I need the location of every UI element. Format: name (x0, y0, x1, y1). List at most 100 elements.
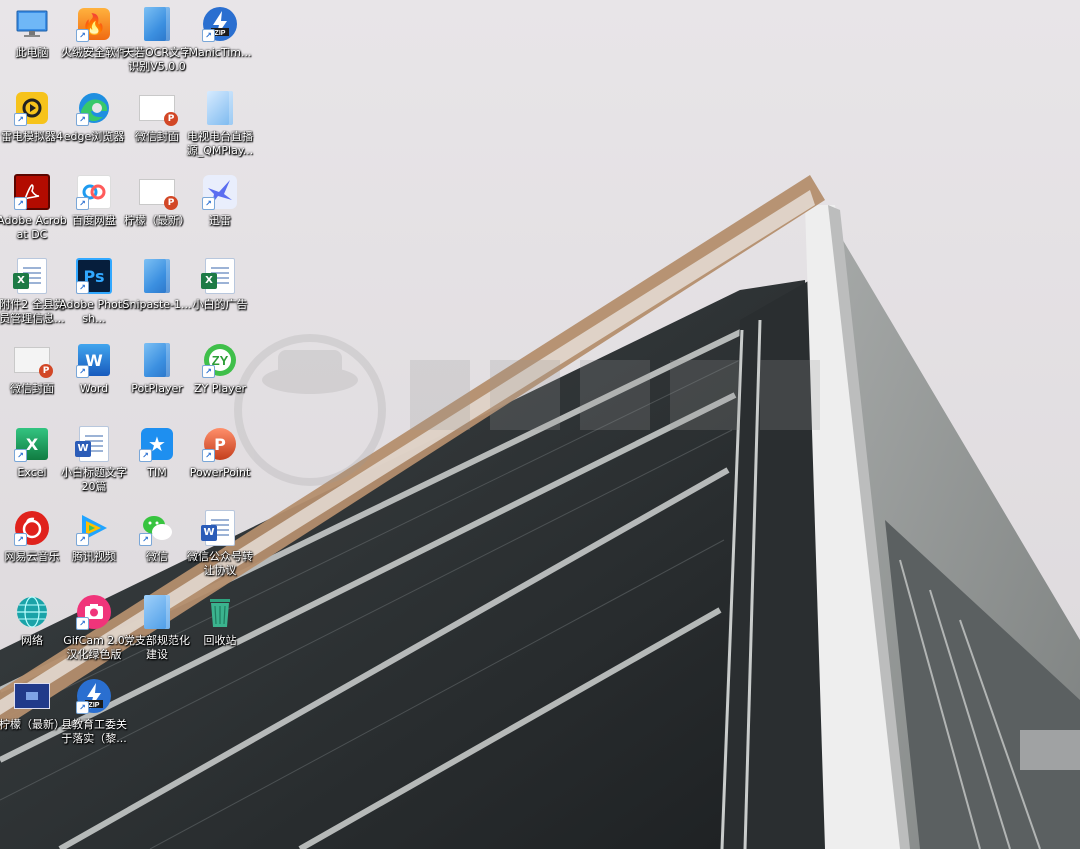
desktop-icon-zip-3[interactable]: ZIP ↗ ManicTim... (188, 0, 252, 84)
desktop-icon-thumb-16[interactable]: 微信封面 (0, 336, 64, 420)
shortcut-arrow-icon: ↗ (202, 197, 215, 210)
thumb-blue-icon (14, 678, 50, 714)
zip-icon: ZIP ↗ (202, 6, 238, 42)
desktop-icon-label: Snipaste-1... (122, 298, 192, 311)
desktop-icon-baidu-netdisk-9[interactable]: ↗ 百度网盘 (62, 168, 126, 252)
desktop-icon-recycle-bin-31[interactable]: 回收站 (188, 588, 252, 672)
svg-text:ZIP: ZIP (89, 702, 100, 709)
folder-icon (139, 342, 175, 378)
folder-icon (139, 6, 175, 42)
powerpoint-icon: P ↗ (202, 426, 238, 462)
shortcut-arrow-icon: ↗ (139, 449, 152, 462)
shortcut-arrow-icon: ↗ (202, 29, 215, 42)
word-icon: W ↗ (76, 342, 112, 378)
desktop-icon-label: 小白的广告 (192, 298, 248, 311)
thumb-icon (14, 342, 53, 378)
desktop-icon-acrobat-8[interactable]: ↗ Adobe Acrobat DC (0, 168, 67, 252)
desktop-icon-label: Word (79, 382, 109, 395)
desktop-icon-label: PotPlayer (131, 382, 183, 395)
baidu-netdisk-icon: ↗ (76, 174, 112, 210)
shortcut-arrow-icon: ↗ (76, 365, 89, 378)
desktop-icon-label: edge浏览器 (63, 130, 125, 143)
desktop-icon-netease-music-24[interactable]: ↗ 网易云音乐 (0, 504, 64, 588)
desktop-icon-label: 网络 (21, 634, 43, 647)
zyplayer-icon: ZY ↗ (202, 342, 238, 378)
desktop-icon-label: 微信公众号转让协议 (187, 550, 253, 577)
desktop-icon-network-globe-28[interactable]: 网络 (0, 588, 64, 672)
desktop-icon-label: 网易云音乐 (4, 550, 60, 563)
desktop-icon-excel-20[interactable]: X ↗ Excel (0, 420, 64, 504)
desktop-icon-label: 微信 (146, 550, 168, 563)
desktop-icon-label: 此电脑 (15, 46, 49, 59)
shortcut-arrow-icon: ↗ (76, 617, 89, 630)
shortcut-arrow-icon: ↗ (202, 449, 215, 462)
desktop-icon-huorong-flame-1[interactable]: 🔥 ↗ 火绒安全软件 (61, 0, 127, 84)
acrobat-icon: ↗ (14, 174, 50, 210)
desktop-icon-label: 小白标题文字20篇 (61, 466, 127, 493)
desktop-icon-excel-doc-12[interactable]: X 附件2 全县党员管理信息... (0, 252, 65, 336)
desktop-icon-ldplayer-4[interactable]: ↗ 雷电模拟器4 (0, 84, 64, 168)
desktop-icon-label: 百度网盘 (72, 214, 116, 227)
desktop-icon-tim-star-22[interactable]: ★ ↗ TIM (125, 420, 189, 504)
desktop-icon-label: 微信封面 (10, 382, 54, 395)
desktop-icon-ppt-thumb-10[interactable]: 柠檬（最新） (124, 168, 190, 252)
desktop-icon-word-doc-27[interactable]: W 微信公众号转让协议 (187, 504, 253, 588)
desktop-icon-label: 微信封面 (135, 130, 179, 143)
desktop-icon-label: 柠檬（最新） (0, 718, 65, 731)
network-globe-icon (14, 594, 50, 630)
tencent-video-icon: ↗ (76, 510, 112, 546)
desktop-icon-label: 党支部规范化建设 (124, 634, 190, 661)
desktop-icon-tencent-video-25[interactable]: ↗ 腾讯视频 (62, 504, 126, 588)
shortcut-arrow-icon: ↗ (14, 197, 27, 210)
folder-doc-icon (202, 90, 238, 126)
desktop-icon-word-doc-21[interactable]: W 小白标题文字20篇 (61, 420, 127, 504)
shortcut-arrow-icon: ↗ (76, 113, 89, 126)
ppt-thumb-icon (139, 90, 178, 126)
desktop-icon-monitor-0[interactable]: 此电脑 (0, 0, 64, 84)
wechat-icon: ↗ (139, 510, 175, 546)
desktop-icon-folder-14[interactable]: Snipaste-1... (122, 252, 192, 336)
shortcut-arrow-icon: ↗ (76, 533, 89, 546)
desktop-icon-folder-doc-7[interactable]: 电视电台直播源_QMPlay... (187, 84, 253, 168)
desktop-icon-folder-zip-30[interactable]: 党支部规范化建设 (124, 588, 190, 672)
desktop-icon-label: 腾讯视频 (72, 550, 116, 563)
desktop-icon-label: Adobe Photosh... (59, 298, 129, 325)
desktop-icon-thumb-blue-32[interactable]: 柠檬（最新） (0, 672, 65, 756)
desktop-icon-word-17[interactable]: W ↗ Word (62, 336, 126, 420)
recycle-bin-icon (202, 594, 238, 630)
shortcut-arrow-icon: ↗ (14, 113, 27, 126)
desktop-icon-xunlei-bird-11[interactable]: ↗ 迅雷 (188, 168, 252, 252)
ldplayer-icon: ↗ (14, 90, 50, 126)
edge-icon: ↗ (76, 90, 112, 126)
word-doc-icon: W (201, 510, 238, 546)
desktop-icon-gifcam-29[interactable]: ↗ GifCam 2.0 汉化绿色版 (62, 588, 126, 672)
excel-doc-icon: X (13, 258, 50, 294)
photoshop-icon: Ps ↗ (76, 258, 112, 294)
desktop-icon-zip-33[interactable]: ZIP ↗ 县教育工委关于落实（黎... (61, 672, 127, 756)
desktop-icon-powerpoint-23[interactable]: P ↗ PowerPoint (188, 420, 252, 504)
folder-zip-icon (139, 594, 175, 630)
desktop-icon-label: PowerPoint (189, 466, 251, 479)
desktop-icon-label: 火绒安全软件 (61, 46, 127, 59)
shortcut-arrow-icon: ↗ (139, 533, 152, 546)
desktop-icon-folder-2[interactable]: 天若OCR文字识别V5.0.0 (123, 0, 191, 84)
desktop-icon-wechat-26[interactable]: ↗ 微信 (125, 504, 189, 588)
desktop-icon-label: 县教育工委关于落实（黎... (61, 718, 127, 745)
desktop-icon-folder-18[interactable]: PotPlayer (125, 336, 189, 420)
desktop-icon-label: Excel (17, 466, 47, 479)
desktop-icon-zyplayer-19[interactable]: ZY ↗ ZY Player (188, 336, 252, 420)
desktop-icon-ppt-thumb-6[interactable]: 微信封面 (125, 84, 189, 168)
svg-text:ZIP: ZIP (215, 30, 226, 37)
folder-icon (139, 258, 175, 294)
excel-icon: X ↗ (14, 426, 50, 462)
desktop-icon-edge-5[interactable]: ↗ edge浏览器 (62, 84, 126, 168)
zip-icon: ZIP ↗ (76, 678, 112, 714)
desktop-icon-excel-doc-15[interactable]: X 小白的广告 (188, 252, 252, 336)
desktop-icon-label: 柠檬（最新） (124, 214, 190, 227)
desktop-icon-photoshop-13[interactable]: Ps ↗ Adobe Photosh... (59, 252, 129, 336)
ppt-thumb-icon (139, 174, 178, 210)
shortcut-arrow-icon: ↗ (76, 701, 89, 714)
shortcut-arrow-icon: ↗ (76, 281, 89, 294)
excel-doc-icon: X (201, 258, 238, 294)
xunlei-bird-icon: ↗ (202, 174, 238, 210)
